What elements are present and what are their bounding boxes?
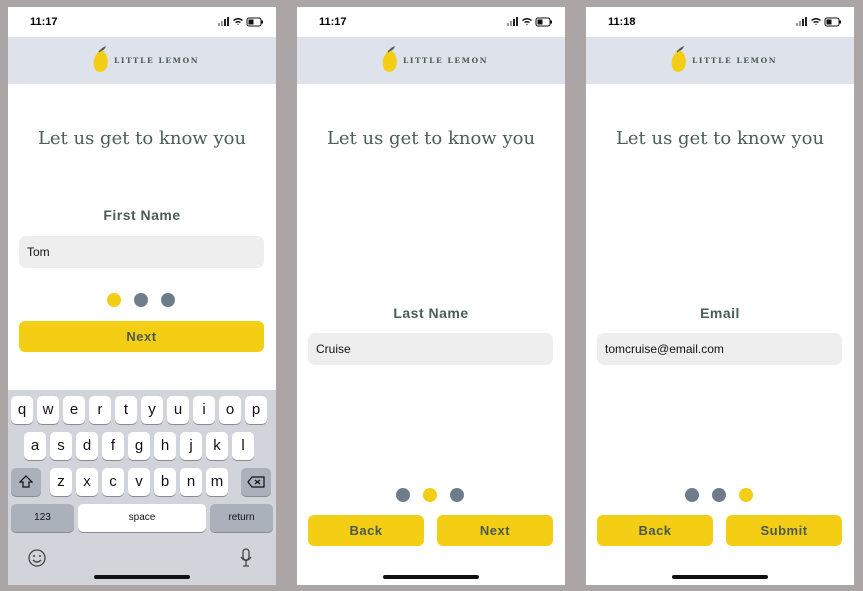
shift-key[interactable] — [11, 468, 41, 496]
key-g[interactable]: g — [128, 432, 150, 460]
header: LITTLE LEMON — [8, 37, 276, 84]
key-z[interactable]: z — [50, 468, 72, 496]
microphone-icon[interactable] — [240, 548, 252, 568]
key-d[interactable]: d — [76, 432, 98, 460]
first-name-input[interactable]: Tom — [19, 236, 264, 268]
space-key[interactable]: space — [78, 504, 206, 532]
lemon-icon — [671, 46, 686, 72]
progress-dot-2 — [712, 488, 726, 502]
welcome-heading: Let us get to know you — [37, 128, 247, 149]
lemon-icon — [382, 46, 397, 72]
battery-icon — [535, 17, 552, 27]
cellular-signal-icon — [507, 17, 518, 26]
key-o[interactable]: o — [219, 396, 241, 424]
delete-key[interactable] — [241, 468, 271, 496]
welcome-heading: Let us get to know you — [326, 128, 536, 149]
first-name-label: First Name — [103, 207, 181, 223]
key-x[interactable]: x — [76, 468, 98, 496]
key-a[interactable]: a — [24, 432, 46, 460]
emoji-icon[interactable] — [28, 549, 46, 567]
status-icons — [218, 17, 263, 27]
phone-screen-first-name: 11:17 LITTLE LEMON Let us get to know yo… — [8, 7, 276, 585]
status-time: 11:18 — [608, 16, 636, 28]
last-name-label: Last Name — [393, 305, 469, 321]
key-f[interactable]: f — [102, 432, 124, 460]
back-button[interactable]: Back — [597, 515, 713, 546]
key-k[interactable]: k — [206, 432, 228, 460]
key-r[interactable]: r — [89, 396, 111, 424]
onscreen-keyboard: q w e r t y u i o p a s d f g h j k l z … — [8, 390, 276, 585]
progress-dot-1 — [396, 488, 410, 502]
cellular-signal-icon — [218, 17, 229, 26]
submit-button[interactable]: Submit — [726, 515, 842, 546]
email-label: Email — [700, 305, 740, 321]
wifi-icon — [522, 18, 532, 25]
key-m[interactable]: m — [206, 468, 228, 496]
email-input[interactable]: tomcruise@email.com — [597, 333, 842, 365]
progress-dots — [396, 488, 466, 502]
return-key[interactable]: return — [210, 504, 273, 532]
cellular-signal-icon — [796, 17, 807, 26]
little-lemon-logo: LITTLE LEMON — [92, 46, 202, 76]
wifi-icon — [811, 18, 821, 25]
key-y[interactable]: y — [141, 396, 163, 424]
wifi-icon — [233, 18, 243, 25]
welcome-heading: Let us get to know you — [615, 128, 825, 149]
little-lemon-logo: LITTLE LEMON — [670, 46, 780, 76]
progress-dot-1 — [107, 293, 121, 307]
logo-text: LITTLE LEMON — [692, 56, 778, 65]
progress-dots — [107, 293, 177, 307]
progress-dot-3 — [161, 293, 175, 307]
key-w[interactable]: w — [37, 396, 59, 424]
progress-dot-2 — [423, 488, 437, 502]
next-button[interactable]: Next — [19, 321, 264, 352]
home-indicator — [383, 575, 479, 579]
backspace-icon — [247, 476, 265, 488]
next-button[interactable]: Next — [437, 515, 553, 546]
home-indicator — [94, 575, 190, 579]
lemon-icon — [93, 46, 108, 72]
logo-text: LITTLE LEMON — [403, 56, 489, 65]
status-icons — [796, 17, 841, 27]
key-s[interactable]: s — [50, 432, 72, 460]
key-l[interactable]: l — [232, 432, 254, 460]
shift-icon — [18, 475, 34, 488]
home-indicator — [672, 575, 768, 579]
key-u[interactable]: u — [167, 396, 189, 424]
progress-dot-1 — [685, 488, 699, 502]
key-h[interactable]: h — [154, 432, 176, 460]
key-j[interactable]: j — [180, 432, 202, 460]
key-n[interactable]: n — [180, 468, 202, 496]
status-bar: 11:17 — [8, 7, 276, 37]
status-bar: 11:17 — [297, 7, 565, 37]
key-e[interactable]: e — [63, 396, 85, 424]
numbers-key[interactable]: 123 — [11, 504, 74, 532]
logo-text: LITTLE LEMON — [114, 56, 200, 65]
battery-icon — [246, 17, 263, 27]
battery-icon — [824, 17, 841, 27]
progress-dot-2 — [134, 293, 148, 307]
key-v[interactable]: v — [128, 468, 150, 496]
key-i[interactable]: i — [193, 396, 215, 424]
status-icons — [507, 17, 552, 27]
key-p[interactable]: p — [245, 396, 267, 424]
key-b[interactable]: b — [154, 468, 176, 496]
little-lemon-logo: LITTLE LEMON — [381, 46, 491, 76]
header: LITTLE LEMON — [297, 37, 565, 84]
phone-screen-email: 11:18 LITTLE LEMON Let us get to know yo… — [586, 7, 854, 585]
status-time: 11:17 — [319, 16, 347, 28]
key-t[interactable]: t — [115, 396, 137, 424]
progress-dot-3 — [450, 488, 464, 502]
progress-dot-3 — [739, 488, 753, 502]
status-time: 11:17 — [30, 16, 58, 28]
key-c[interactable]: c — [102, 468, 124, 496]
header: LITTLE LEMON — [586, 37, 854, 84]
phone-screen-last-name: 11:17 LITTLE LEMON Let us get to know yo… — [297, 7, 565, 585]
status-bar: 11:18 — [586, 7, 854, 37]
last-name-input[interactable]: Cruise — [308, 333, 553, 365]
progress-dots — [685, 488, 755, 502]
back-button[interactable]: Back — [308, 515, 424, 546]
key-q[interactable]: q — [11, 396, 33, 424]
